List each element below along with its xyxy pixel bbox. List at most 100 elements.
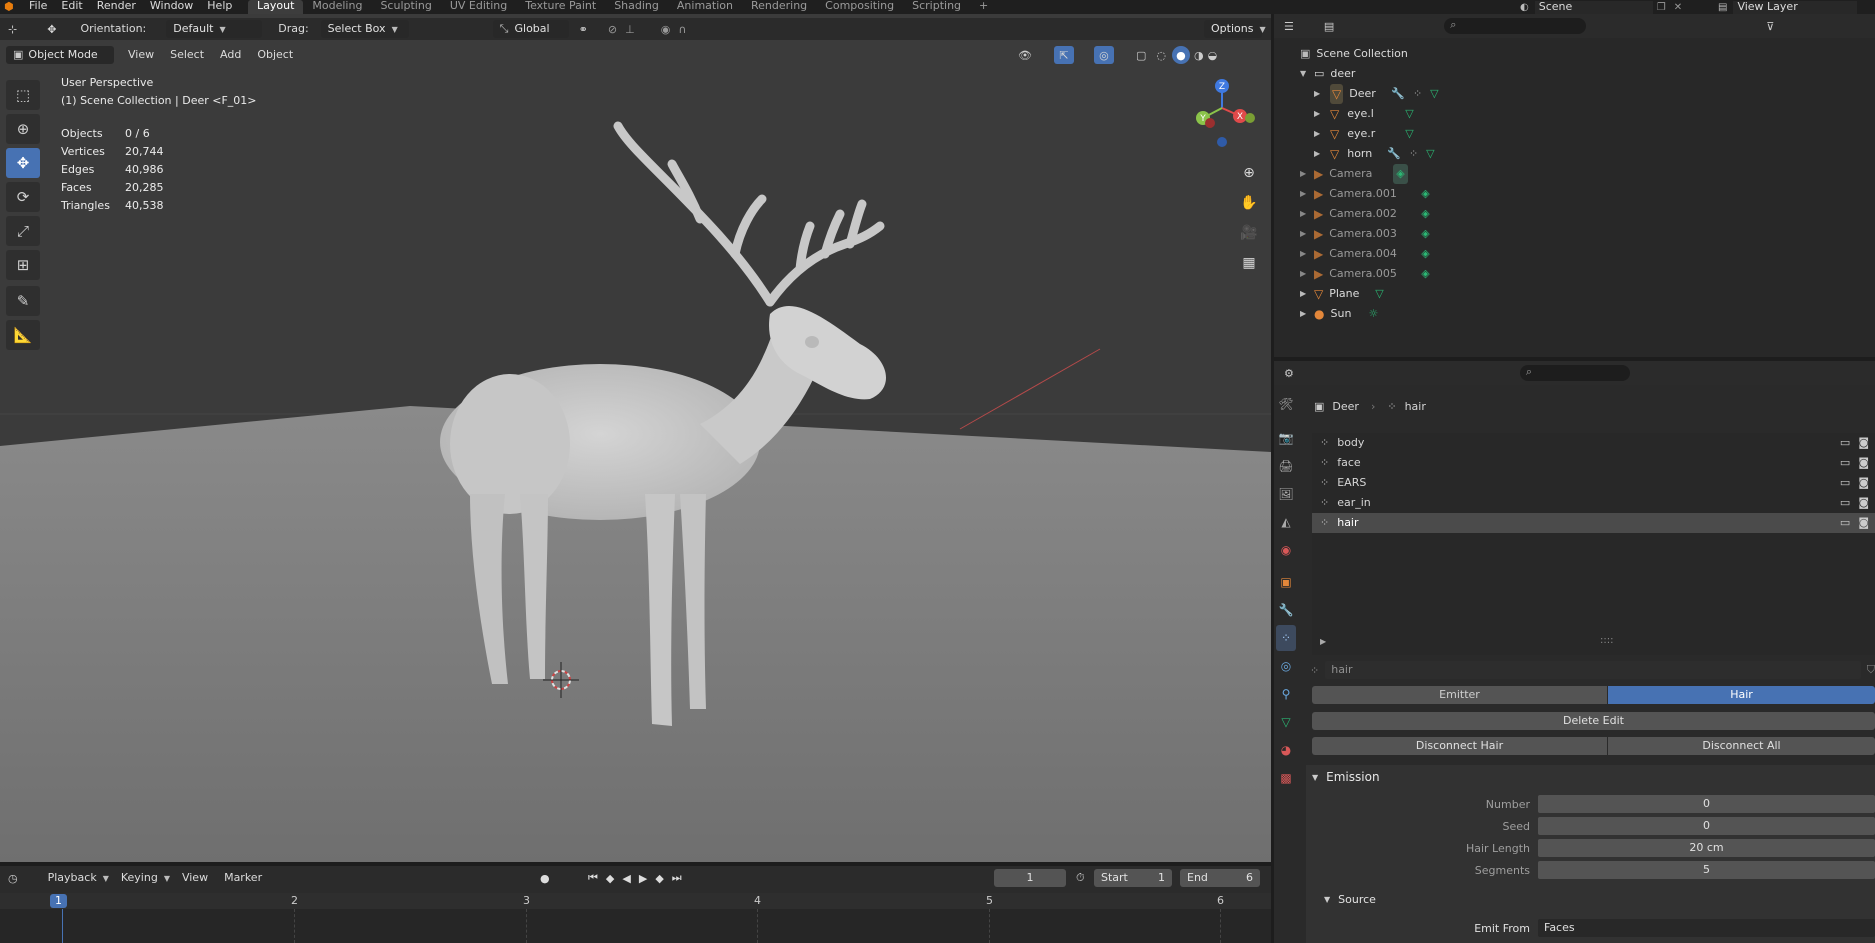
expand-arrow-icon[interactable]: ▶ <box>1314 84 1330 104</box>
frame-ruler[interactable] <box>0 893 1271 909</box>
outliner-item[interactable]: ▶ ▽ eye.l ▽ <box>1300 104 1875 124</box>
mesh-data-icon[interactable]: ▽ <box>1426 144 1434 164</box>
expand-arrow-icon[interactable]: ▶ <box>1300 304 1314 324</box>
particles-tab-icon[interactable]: ⁘ <box>1276 625 1296 651</box>
data-tab-icon[interactable]: ▽ <box>1276 709 1296 735</box>
material-tab-icon[interactable]: ◕ <box>1276 737 1296 763</box>
menu-select[interactable]: Select <box>164 46 210 64</box>
tab-compositing[interactable]: Compositing <box>816 0 903 14</box>
tab-uv-editing[interactable]: UV Editing <box>441 0 516 14</box>
expand-arrow-icon[interactable]: ▶ <box>1314 124 1330 144</box>
chevron-down-icon[interactable]: ▼ <box>1324 895 1330 904</box>
outliner-editor-icon[interactable]: ☰ <box>1284 20 1294 33</box>
falloff-icon[interactable]: ∩ <box>678 23 686 36</box>
keying-menu[interactable]: Keying ▼ <box>115 869 176 887</box>
blender-logo-icon[interactable]: ⬢ <box>4 0 14 13</box>
zoom-icon[interactable]: ⊕ <box>1236 160 1262 186</box>
emission-panel-header[interactable]: ▼ Emission <box>1306 765 1875 789</box>
view-layer-field[interactable]: View Layer <box>1733 0 1858 14</box>
camera-data-icon[interactable]: ◈ <box>1421 264 1429 284</box>
tab-rendering[interactable]: Rendering <box>742 0 816 14</box>
disconnect-hair-button[interactable]: Disconnect Hair <box>1312 737 1607 755</box>
filter-icon[interactable]: ⊽ <box>1766 20 1774 33</box>
scene-collection-row[interactable]: ▣ Scene Collection <box>1300 44 1875 64</box>
end-frame-field[interactable]: End 6 <box>1180 869 1260 887</box>
camera-icon[interactable]: ◙ <box>1858 433 1869 453</box>
delete-edit-button[interactable]: Delete Edit <box>1312 712 1875 730</box>
chevron-down-icon[interactable]: ▼ <box>1312 773 1318 782</box>
options-dropdown[interactable]: Options ▼ <box>1204 20 1266 38</box>
tab-layout[interactable]: Layout <box>248 0 304 14</box>
expand-arrow-icon[interactable]: ▶ <box>1300 264 1314 284</box>
particles-icon[interactable]: ⁘ <box>1409 144 1418 164</box>
stopwatch-icon[interactable]: ⏱ <box>1076 871 1085 885</box>
sun-data-icon[interactable]: ☼ <box>1368 304 1378 324</box>
gizmo-toggle-icon[interactable]: ⇱ <box>1053 46 1074 64</box>
rendered-shading-icon[interactable]: ◒ <box>1208 49 1218 62</box>
mesh-data-icon[interactable]: ▽ <box>1430 84 1438 104</box>
scene-tab-icon[interactable]: ◭ <box>1276 509 1296 535</box>
rotate-tool-icon[interactable]: ⟳ <box>6 182 40 212</box>
menu-render[interactable]: Render <box>90 0 143 14</box>
tab-texture-paint[interactable]: Texture Paint <box>516 0 605 14</box>
visibility-icon[interactable]: 👁 <box>1018 49 1032 62</box>
annotate-tool-icon[interactable]: ✎ <box>6 286 40 316</box>
expand-arrow-icon[interactable]: ▶ <box>1300 224 1314 244</box>
tab-animation[interactable]: Animation <box>668 0 742 14</box>
seed-field[interactable]: 0 <box>1538 817 1875 835</box>
object-tab-icon[interactable]: ▣ <box>1276 569 1296 595</box>
menu-view[interactable]: View <box>122 46 160 64</box>
transform-tool-icon[interactable]: ⊞ <box>6 250 40 280</box>
particle-settings-name-input[interactable]: hair <box>1325 661 1861 679</box>
render-tab-icon[interactable]: 📷 <box>1276 425 1296 451</box>
snap-icon[interactable]: ⊘ <box>608 23 617 36</box>
playhead-frame-label[interactable]: 1 <box>50 894 67 908</box>
marker-menu[interactable]: Marker <box>218 869 268 887</box>
constraints-tab-icon[interactable]: ⚲ <box>1276 681 1296 707</box>
outliner-item[interactable]: ▶ ▽ eye.r ▽ <box>1300 124 1875 144</box>
source-subpanel-header[interactable]: ▼ Source <box>1306 887 1875 911</box>
outliner-item[interactable]: ▶ ● Sun ☼ <box>1300 304 1875 324</box>
number-field[interactable]: 0 <box>1538 795 1875 813</box>
view-layer-selector[interactable]: ▤ View Layer <box>1718 0 1858 14</box>
properties-search-input[interactable]: ⌕ <box>1519 365 1630 381</box>
solid-shading-icon[interactable]: ● <box>1171 46 1190 64</box>
hair-button[interactable]: Hair <box>1608 686 1875 704</box>
list-item[interactable]: ⁘ EARS ▭ ◙ <box>1312 473 1875 493</box>
outliner-item[interactable]: ▶ ▶ Camera.004 ◈ <box>1300 244 1875 264</box>
add-workspace-button[interactable]: + <box>970 0 997 14</box>
expand-arrow-icon[interactable]: ▶ <box>1314 104 1330 124</box>
list-expand-arrow-icon[interactable]: ▶ <box>1320 637 1326 646</box>
cursor-tool-icon[interactable]: ⊕ <box>6 114 40 144</box>
outliner-item[interactable]: ▶ ▽ Deer 🔧 ⁘ ▽ <box>1300 84 1875 104</box>
list-item[interactable]: ⁘ ear_in ▭ ◙ <box>1312 493 1875 513</box>
scale-tool-icon[interactable]: ⤢ <box>6 216 40 246</box>
current-frame-field[interactable]: 1 <box>994 869 1066 887</box>
record-icon[interactable]: ● <box>540 872 550 885</box>
outliner-search-input[interactable]: ⌕ <box>1444 18 1587 34</box>
fake-user-icon[interactable]: ⛉ <box>1867 663 1875 677</box>
expand-arrow-icon[interactable]: ▶ <box>1300 184 1314 204</box>
list-resize-handle[interactable]: :::: <box>1600 635 1613 646</box>
playback-menu[interactable]: Playback ▼ <box>42 869 115 887</box>
view-layer-tab-icon[interactable]: 🖼 <box>1276 481 1296 507</box>
timeline-track[interactable]: 1 2 3 4 5 6 <box>0 893 1271 943</box>
jump-start-icon[interactable]: ⏮ <box>588 871 598 885</box>
tab-sculpting[interactable]: Sculpting <box>371 0 440 14</box>
outliner-item[interactable]: ▶ ▽ Plane ▽ <box>1300 284 1875 304</box>
properties-editor-icon[interactable]: ⚙ <box>1284 367 1294 380</box>
move-tool-icon[interactable]: ✥ <box>6 148 40 178</box>
editor-type-icon[interactable]: ⊹ <box>8 23 17 36</box>
expand-arrow-icon[interactable]: ▶ <box>1300 284 1314 304</box>
outliner-item[interactable]: ▶ ▶ Camera.002 ◈ <box>1300 204 1875 224</box>
proportional-edit-icon[interactable]: ◉ <box>661 23 671 36</box>
expand-arrow-icon[interactable]: ▶ <box>1314 144 1330 164</box>
monitor-icon[interactable]: ▭ <box>1840 513 1850 533</box>
world-tab-icon[interactable]: ◉ <box>1276 537 1296 563</box>
tab-scripting[interactable]: Scripting <box>903 0 970 14</box>
camera-icon[interactable]: ◙ <box>1858 473 1869 493</box>
camera-view-icon[interactable]: 🎥 <box>1236 220 1262 246</box>
hair-length-field[interactable]: 20 cm <box>1538 839 1875 857</box>
camera-icon[interactable]: ◙ <box>1858 493 1869 513</box>
tab-shading[interactable]: Shading <box>605 0 668 14</box>
